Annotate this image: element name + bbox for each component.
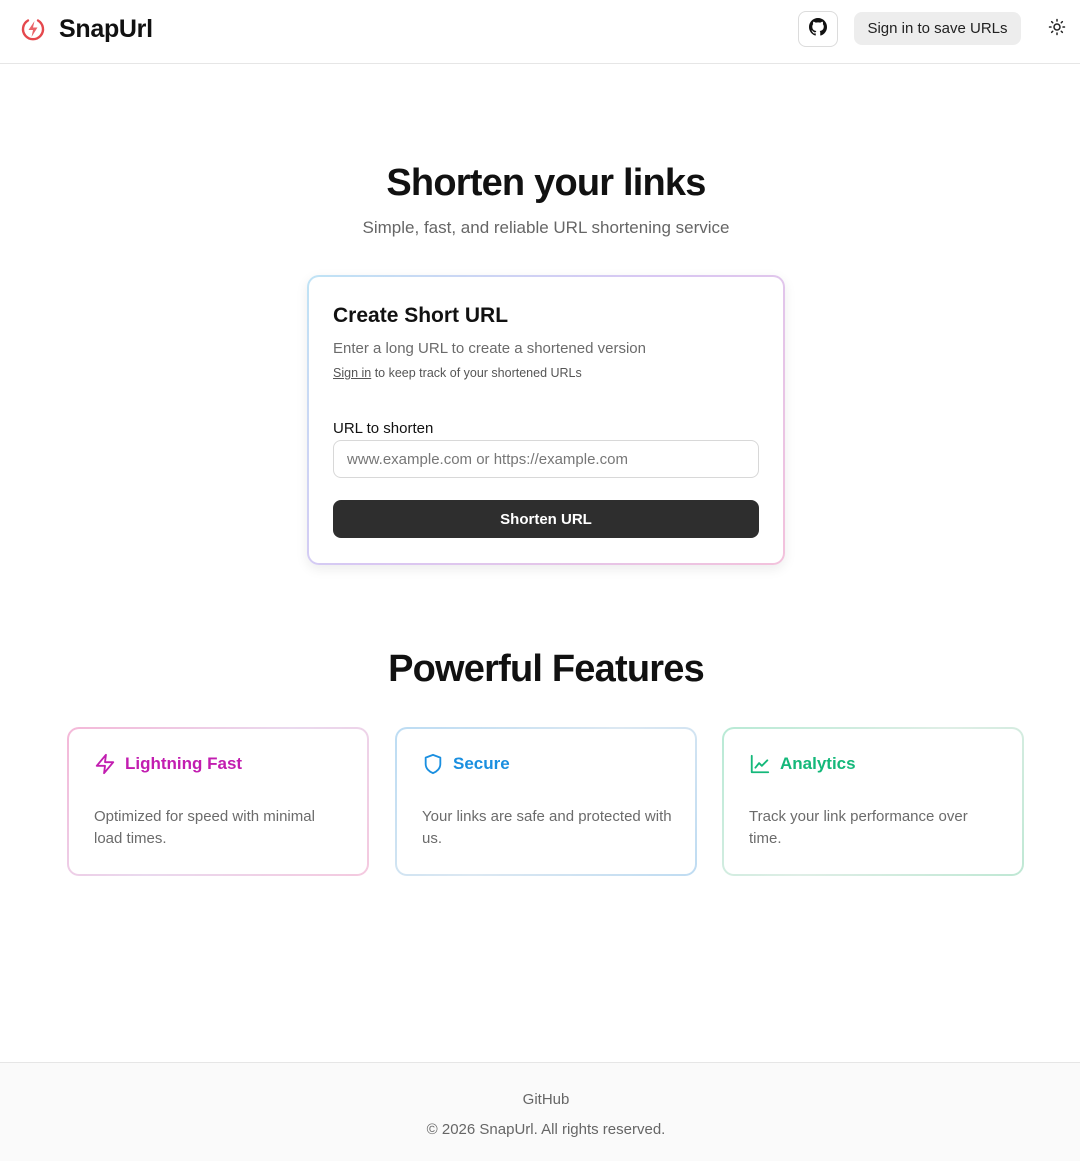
theme-toggle-button[interactable] (1046, 18, 1068, 40)
feature-card-secure: Secure Your links are safe and protected… (395, 727, 697, 876)
hero-title: Shorten your links (386, 162, 706, 204)
feature-card-lightning-fast: Lightning Fast Optimized for speed with … (67, 727, 369, 876)
feature-description: Your links are safe and protected with u… (422, 808, 672, 847)
feature-heading: Analytics (749, 753, 856, 775)
feature-description: Optimized for speed with minimal load ti… (94, 808, 315, 847)
feature-card-body: Secure Your links are safe and protected… (397, 729, 695, 874)
signin-link[interactable]: Sign in (333, 366, 371, 380)
url-input[interactable] (333, 440, 759, 478)
card-title: Create Short URL (333, 304, 509, 327)
shorten-card: Create Short URL Enter a long URL to cre… (307, 275, 785, 565)
signin-button[interactable]: Sign in to save URLs (854, 12, 1021, 45)
feature-description: Track your link performance over time. (749, 808, 968, 847)
feature-card-body: Analytics Track your link performance ov… (724, 729, 1022, 874)
signin-note-text: to keep track of your shortened URLs (371, 366, 582, 380)
zap-icon (94, 753, 116, 775)
brand-name: SnapUrl (59, 14, 153, 43)
feature-card-body: Lightning Fast Optimized for speed with … (69, 729, 367, 874)
feature-heading: Lightning Fast (94, 753, 242, 775)
brand[interactable]: SnapUrl (19, 14, 153, 44)
sun-icon (1048, 18, 1066, 41)
features-title: Powerful Features (388, 648, 705, 690)
footer-github-link[interactable]: GitHub (0, 1091, 1080, 1108)
feature-heading: Secure (422, 753, 510, 775)
shield-icon (422, 753, 444, 775)
feature-name: Lightning Fast (125, 754, 243, 773)
feature-card-analytics: Analytics Track your link performance ov… (722, 727, 1024, 876)
footer: GitHub © 2026 SnapUrl. All rights reserv… (0, 1062, 1080, 1161)
header: SnapUrl Sign in to save URLs (0, 0, 1080, 64)
url-field-label: URL to shorten (333, 420, 434, 437)
footer-copyright: © 2026 SnapUrl. All rights reserved. (426, 1121, 666, 1138)
hero-subtitle: Simple, fast, and reliable URL shortenin… (362, 218, 730, 237)
shorten-url-button[interactable]: Shorten URL (333, 500, 759, 538)
shorten-card-body: Create Short URL Enter a long URL to cre… (309, 277, 783, 563)
signin-note: Sign in to keep track of your shortened … (333, 366, 582, 380)
line-chart-icon (749, 753, 771, 775)
feature-name: Analytics (780, 754, 856, 773)
card-description: Enter a long URL to create a shortened v… (333, 340, 646, 357)
github-icon (809, 17, 827, 41)
feature-name: Secure (453, 754, 510, 773)
github-button[interactable] (798, 11, 838, 47)
lightning-bolt-circle-icon (19, 15, 47, 43)
